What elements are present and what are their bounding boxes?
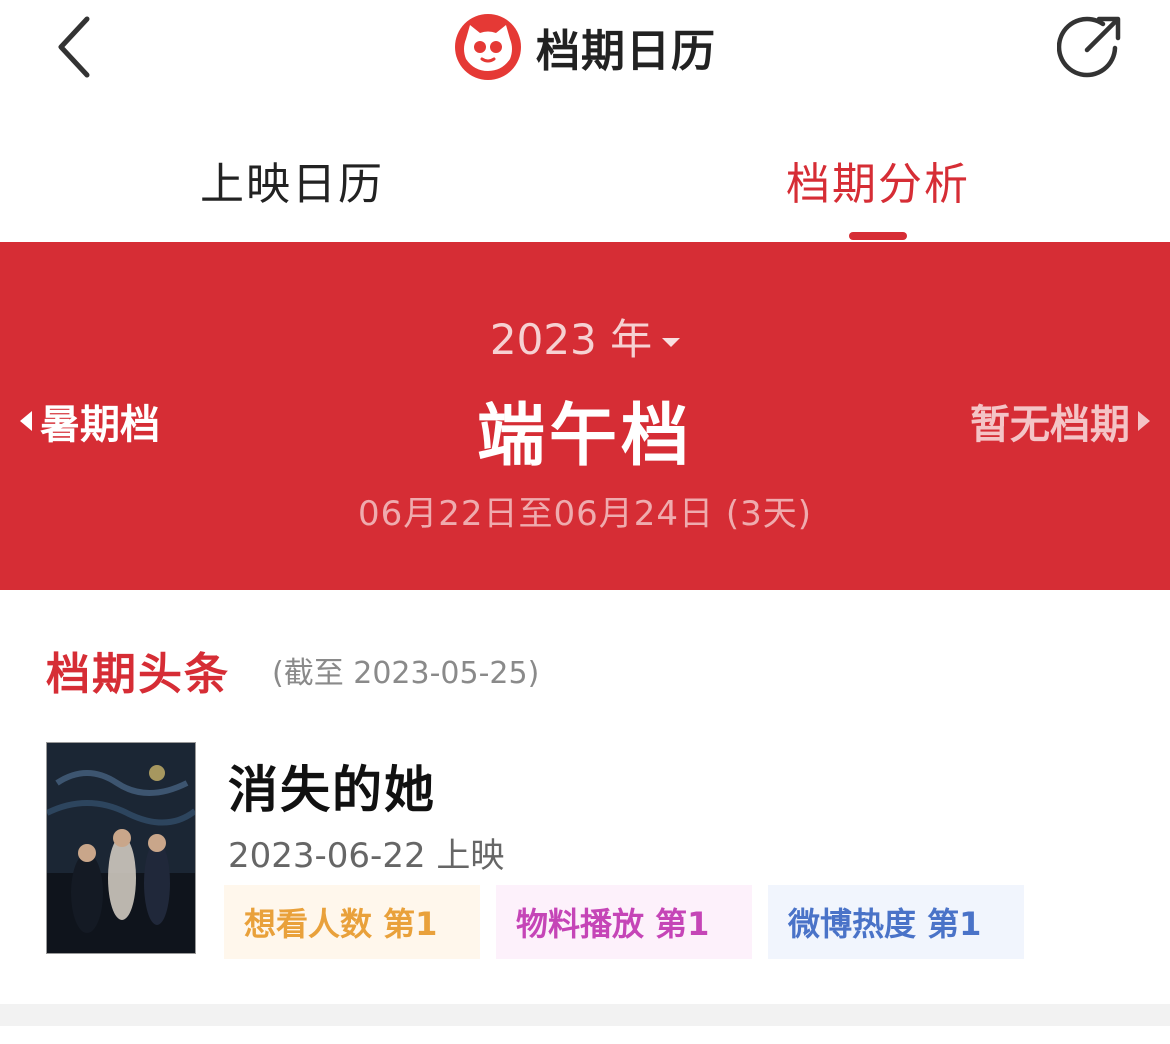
tab-season-analysis[interactable]: 档期分析	[786, 148, 970, 212]
share-button[interactable]	[1050, 10, 1130, 84]
year-label: 2023 年	[489, 315, 653, 364]
ranking-tags: 想看人数 第1 物料播放 第1 微博热度 第1	[224, 885, 1024, 959]
movie-poster[interactable]	[46, 742, 196, 954]
season-banner: 2023 年 暑期档 端午档 暂无档期 06月22日至06月24日 (3天)	[0, 242, 1170, 590]
header: 档期日历	[0, 0, 1170, 110]
caret-down-icon	[662, 338, 681, 347]
next-season-label: 暂无档期	[970, 402, 1130, 448]
movie-title[interactable]: 消失的她	[228, 750, 436, 822]
title-area: 档期日历	[0, 10, 1170, 84]
season-date-range: 06月22日至06月24日 (3天)	[357, 494, 813, 534]
share-icon	[1057, 16, 1121, 78]
arrow-right-icon	[1138, 411, 1150, 431]
tag-weibo-heat-rank: 微博热度 第1	[768, 885, 1024, 959]
poster-image	[47, 743, 195, 953]
year-selector[interactable]: 2023 年	[0, 306, 1170, 367]
active-tab-indicator	[849, 232, 907, 240]
cat-logo-icon	[455, 14, 521, 80]
next-season-button[interactable]: 暂无档期	[970, 392, 1150, 450]
movie-release-date: 2023-06-22 上映	[228, 836, 505, 876]
section-date-note: (截至 2023-05-25)	[272, 656, 540, 691]
tab-bar: 上映日历 档期分析	[0, 120, 1170, 242]
tag-trailer-play-rank: 物料播放 第1	[496, 885, 752, 959]
section-divider	[0, 1004, 1170, 1026]
section-title: 档期头条	[46, 649, 230, 700]
tab-release-calendar[interactable]: 上映日历	[200, 148, 384, 212]
page-title: 档期日历	[536, 26, 716, 77]
tag-want-to-see-rank: 想看人数 第1	[224, 885, 480, 959]
